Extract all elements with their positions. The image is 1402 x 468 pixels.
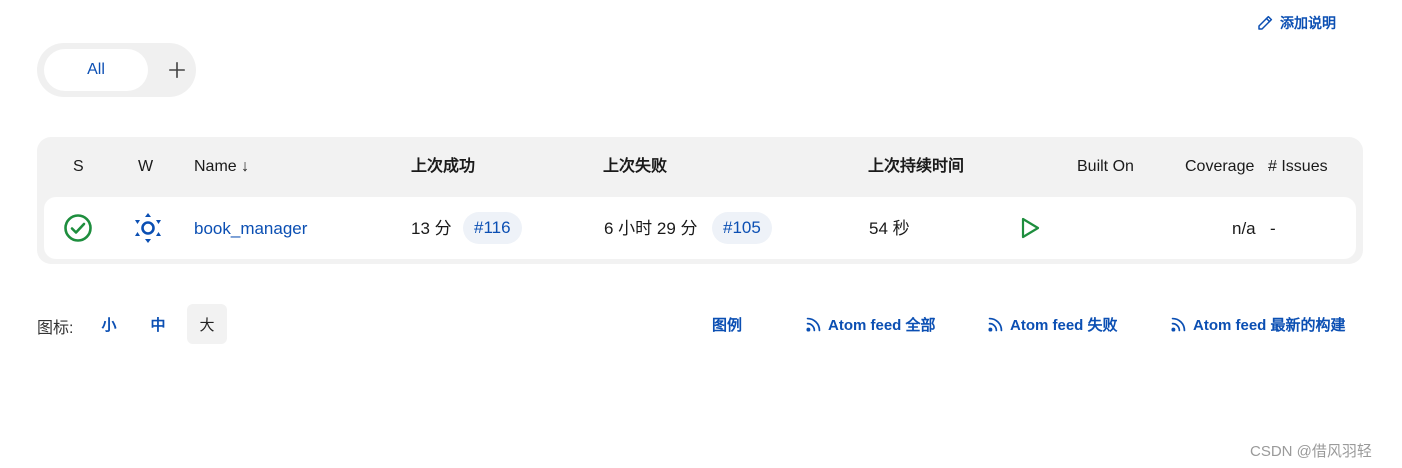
add-description-label: 添加说明 [1280, 15, 1336, 31]
watermark: CSDN @借风羽轻 [1250, 443, 1372, 460]
plus-icon [168, 61, 186, 79]
sunny-weather-icon [133, 212, 163, 244]
add-view-button[interactable] [161, 54, 193, 86]
coverage-value: n/a [1232, 219, 1256, 238]
atom-feed-all-link[interactable]: Atom feed 全部 [805, 314, 936, 334]
column-header-last-success[interactable]: 上次成功 [411, 157, 475, 177]
column-header-name[interactable]: Name ↓ [194, 157, 249, 177]
atom-feed-all-label: Atom feed 全部 [828, 316, 936, 334]
column-header-last-failure[interactable]: 上次失败 [603, 157, 667, 177]
icon-size-label: 图标: [37, 320, 74, 337]
atom-feed-failed-label: Atom feed 失败 [1010, 316, 1118, 334]
column-header-issues[interactable]: # Issues [1268, 157, 1328, 177]
legend-link[interactable]: 图例 [712, 314, 742, 334]
last-success-time: 13 分 [411, 219, 452, 238]
icon-size-large[interactable]: 大 [187, 304, 227, 344]
last-success-build-link[interactable]: #116 [463, 212, 522, 244]
column-header-built-on[interactable]: Built On [1077, 157, 1134, 177]
icon-size-medium-label: 中 [150, 316, 166, 334]
atom-feed-failed-link[interactable]: Atom feed 失败 [987, 314, 1118, 334]
icon-size-small[interactable]: 小 [89, 304, 129, 344]
view-tabs: All [37, 43, 196, 97]
column-header-status[interactable]: S [73, 157, 84, 177]
legend-label: 图例 [712, 316, 743, 334]
rss-icon [806, 317, 821, 332]
projects-table: S W Name ↓ 上次成功 上次失败 上次持续时间 Built On Cov… [37, 137, 1363, 264]
last-duration: 54 秒 [869, 219, 910, 238]
table-footer: 图标: 小 中 大 图例 Atom feed 全部 Atom feed 失败 A… [37, 304, 1363, 344]
tab-all-label: All [87, 61, 105, 78]
pencil-icon [1258, 15, 1273, 30]
atom-feed-latest-link[interactable]: Atom feed 最新的构建 [1170, 314, 1346, 334]
issues-value: - [1270, 219, 1276, 238]
rss-icon [1171, 317, 1186, 332]
play-icon[interactable] [1018, 216, 1042, 240]
success-check-icon [63, 213, 93, 243]
icon-size-large-label: 大 [199, 316, 215, 334]
column-header-last-duration[interactable]: 上次持续时间 [868, 157, 964, 177]
table-row: book_manager 13 分 #116 6 小时 29 分 #105 54… [44, 197, 1356, 259]
job-name-link[interactable]: book_manager [194, 218, 307, 240]
column-header-weather[interactable]: W [138, 157, 153, 177]
last-failure-build-link[interactable]: #105 [712, 212, 772, 244]
column-header-coverage[interactable]: Coverage [1185, 157, 1254, 177]
tab-all[interactable]: All [44, 49, 148, 91]
icon-size-medium[interactable]: 中 [138, 304, 178, 344]
atom-feed-latest-label: Atom feed 最新的构建 [1193, 316, 1346, 334]
icon-size-small-label: 小 [101, 316, 117, 334]
rss-icon [988, 317, 1003, 332]
last-failure-time: 6 小时 29 分 [604, 219, 698, 238]
add-description-link[interactable]: 添加说明 [1256, 12, 1336, 34]
